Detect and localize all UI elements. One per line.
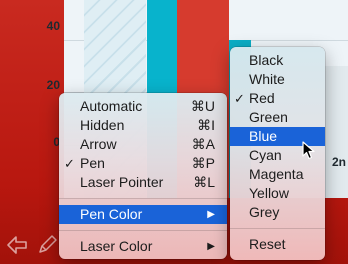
menu-item-label: Pen [80, 155, 105, 171]
check-icon: ✓ [64, 156, 75, 171]
menu-item-label: Automatic [80, 98, 143, 114]
y-tick-label: 40 [46, 19, 60, 33]
y-tick-label: 0 [53, 135, 60, 149]
menu-item-shortcut: ⌘I [197, 117, 215, 133]
back-arrow-icon[interactable] [6, 233, 28, 257]
menu-item-hidden[interactable]: Hidden ⌘I [59, 116, 227, 135]
menu-item-label: Pen Color [80, 206, 143, 222]
menu-item-label: Laser Pointer [80, 174, 164, 190]
menu-item-shortcut: ⌘P [191, 155, 215, 171]
color-option-reset[interactable]: Reset [230, 235, 325, 254]
menu-item-laser-color[interactable]: Laser Color ▶ [59, 237, 227, 256]
color-option-yellow[interactable]: Yellow [230, 184, 325, 203]
mouse-cursor-icon [302, 141, 318, 161]
pen-icon[interactable] [36, 233, 58, 257]
menu-item-label: Black [249, 52, 284, 68]
submenu-arrow-icon: ▶ [207, 241, 215, 252]
y-tick-label: 20 [46, 78, 60, 92]
color-option-grey[interactable]: Grey [230, 203, 325, 222]
submenu-arrow-icon: ▶ [207, 209, 215, 220]
x-tick-label: 2n [332, 155, 347, 169]
menu-item-label: Arrow [80, 136, 117, 152]
menu-item-laser-pointer[interactable]: Laser Pointer ⌘L [59, 173, 227, 192]
menu-item-shortcut: ⌘L [193, 174, 215, 190]
menu-item-label: Magenta [249, 166, 304, 182]
pointer-options-menu: Automatic ⌘U Hidden ⌘I Arrow ⌘A ✓ Pen ⌘P… [59, 93, 227, 259]
color-option-green[interactable]: Green [230, 108, 325, 127]
color-option-magenta[interactable]: Magenta [230, 165, 325, 184]
menu-item-pen-color[interactable]: Pen Color ▶ [59, 205, 227, 224]
menu-item-label: Yellow [249, 185, 289, 201]
menu-separator [59, 230, 227, 231]
menu-item-arrow[interactable]: Arrow ⌘A [59, 135, 227, 154]
menu-item-label: Hidden [80, 117, 125, 133]
menu-item-shortcut: ⌘U [190, 98, 215, 114]
menu-separator [230, 228, 325, 229]
menu-separator [59, 198, 227, 199]
menu-item-label: White [249, 71, 285, 87]
menu-item-label: Cyan [249, 147, 282, 163]
menu-item-label: Grey [249, 204, 280, 220]
menu-item-automatic[interactable]: Automatic ⌘U [59, 97, 227, 116]
check-icon: ✓ [234, 91, 245, 106]
menu-item-label: Blue [249, 128, 278, 144]
menu-item-pen[interactable]: ✓ Pen ⌘P [59, 154, 227, 173]
menu-item-label: Laser Color [80, 238, 153, 254]
menu-item-label: Reset [249, 236, 286, 252]
color-option-black[interactable]: Black [230, 51, 325, 70]
color-option-red[interactable]: ✓ Red [230, 89, 325, 108]
menu-item-shortcut: ⌘A [191, 136, 215, 152]
color-option-white[interactable]: White [230, 70, 325, 89]
menu-item-label: Green [249, 109, 288, 125]
menu-item-label: Red [249, 90, 275, 106]
